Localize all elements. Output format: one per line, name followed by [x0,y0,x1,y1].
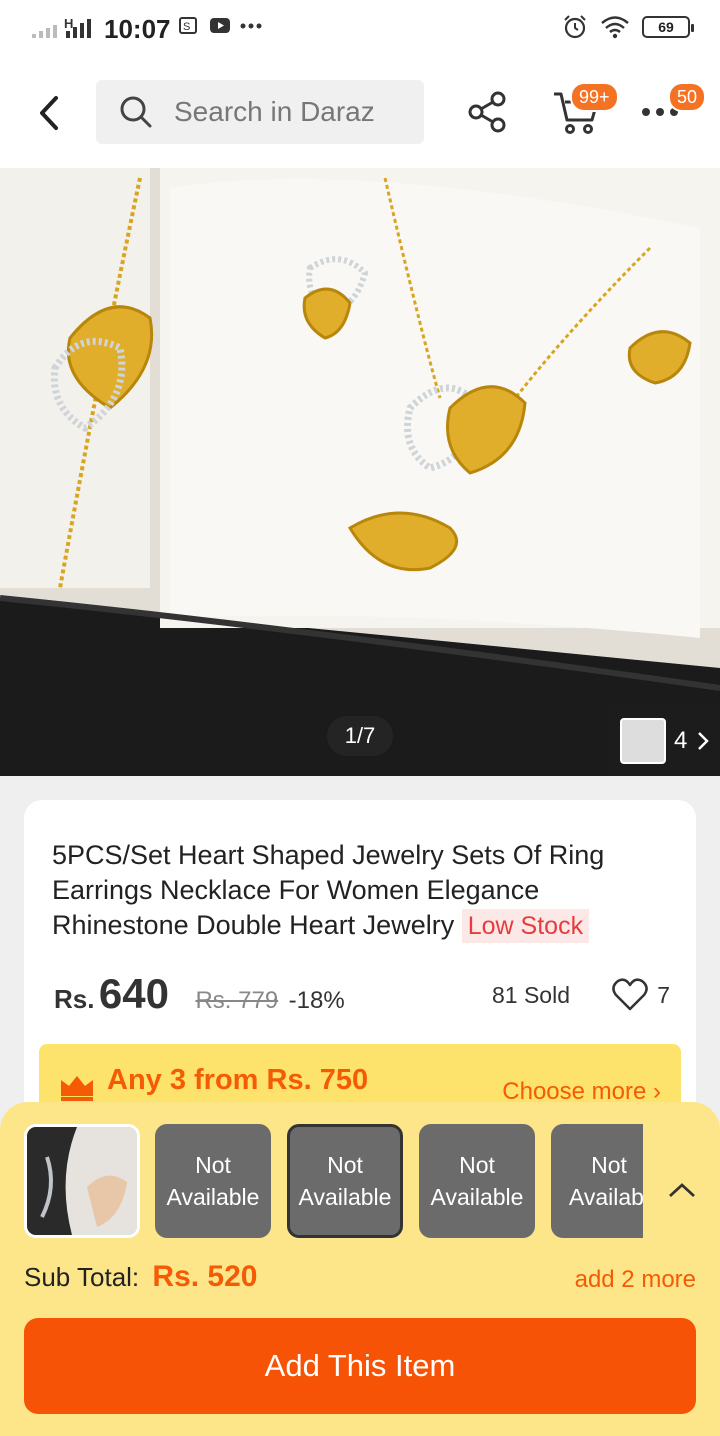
back-arrow-icon[interactable] [30,88,70,138]
alarm-icon [564,15,586,39]
battery-level: 69 [658,19,674,35]
battery-icon: 69 [642,16,694,38]
slot-status-line2: Available [430,1184,524,1210]
bundle-slot-4[interactable]: Not Available [419,1124,535,1238]
wishlist-button[interactable]: 7 [611,978,670,1012]
price-row: Rs. 640 Rs. 779 -18% 81 Sold 7 [54,970,674,1020]
search-bar[interactable]: Search in Daraz [96,80,424,144]
screenshot-icon: S [179,17,197,34]
subtotal: Sub Total: Rs. 520 [24,1260,257,1294]
promo-title: Any 3 from Rs. 750 [107,1064,369,1096]
top-nav: Search in Daraz 99+ 50 [0,58,720,168]
slot-status-line2: Available [166,1184,260,1210]
status-bar: H 10:07 S 69 [0,0,720,58]
currency: Rs. [54,984,95,1014]
slot-status-line1: Not [327,1152,363,1178]
more-notifications-icon [240,23,262,29]
signal-icon: H [32,16,91,38]
chevron-up-icon[interactable] [666,1180,698,1202]
subtotal-label: Sub Total: [24,1262,140,1292]
youtube-icon [209,18,230,33]
bundle-slot-5[interactable]: Not Availabl [551,1124,643,1238]
cart-badge: 99+ [570,82,619,112]
cart-button[interactable]: 99+ [552,82,619,138]
slot-status-line2: Availabl [568,1184,643,1210]
product-title-block: 5PCS/Set Heart Shaped Jewelry Sets Of Ri… [52,838,662,943]
slot-status-line1: Not [195,1152,231,1178]
add-more-hint: add 2 more [574,1266,696,1293]
bundle-slot-selected[interactable] [24,1124,140,1238]
low-stock-tag: Low Stock [461,909,590,943]
subtotal-amount: Rs. 520 [152,1260,258,1293]
slot-status-line1: Not [459,1152,495,1178]
more-images-button[interactable]: 4 [608,706,720,776]
chevron-right-icon [698,732,710,750]
add-this-item-button[interactable]: Add This Item [24,1318,696,1414]
crown-icon [61,1076,93,1101]
more-badge: 50 [668,82,707,112]
wifi-icon [601,16,629,39]
likes-count: 7 [657,981,670,1008]
slot-status-line2: Available [298,1184,392,1210]
image-counter: 1/7 [327,716,393,756]
status-time: 10:07 [104,14,171,44]
bundle-sheet: Not Available Not Available Not Available N… [0,1102,720,1436]
search-icon [120,96,152,128]
status-right: 69 [562,14,694,40]
bundle-slot-2[interactable]: Not Available [155,1124,271,1238]
share-icon[interactable] [466,90,510,134]
more-images-count: 4 [674,727,688,754]
discount-percent: -18% [288,987,345,1014]
original-price: Rs. 779 [195,987,279,1014]
heart-icon [612,978,648,1011]
slot-status-line1: Not [591,1152,627,1178]
product-image-gallery[interactable]: 1/7 4 [0,168,720,776]
earring-product-photo [27,1127,137,1235]
sold-count: 81 Sold [491,982,570,1008]
notification-icons: S [178,16,263,42]
image-thumbnail [620,718,666,764]
svg-text:H: H [64,16,73,31]
svg-text:S: S [183,21,193,33]
product-photo [0,168,720,776]
search-placeholder: Search in Daraz [174,96,375,127]
current-price: 640 [98,970,169,1017]
more-menu-button[interactable]: 50 [640,82,707,138]
bundle-slot-3[interactable]: Not Available [287,1124,403,1238]
